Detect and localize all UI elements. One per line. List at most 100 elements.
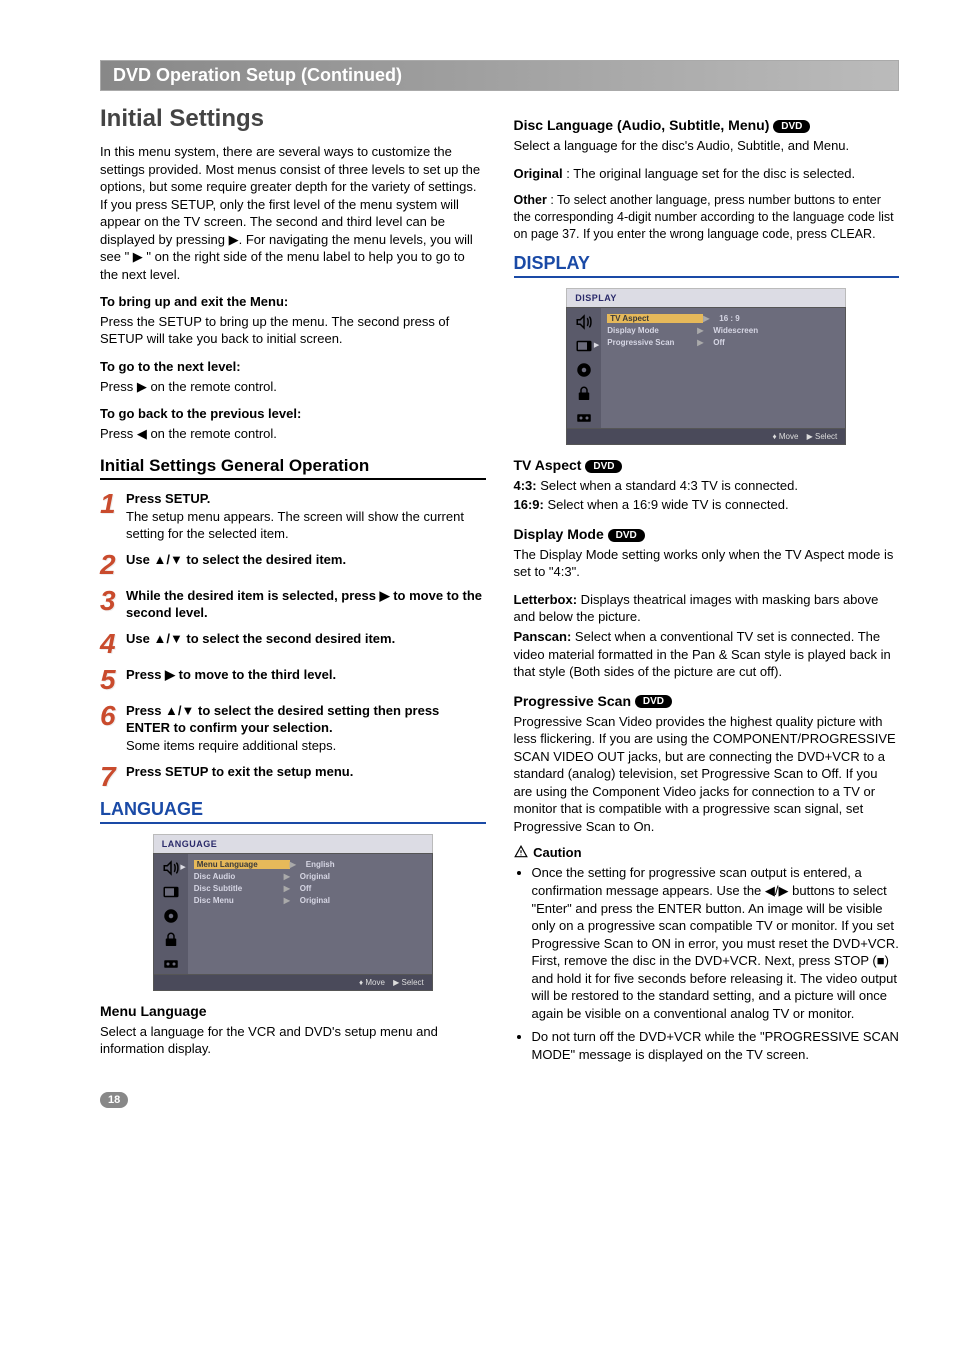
- step-number: 7: [100, 763, 126, 791]
- dvd-badge: DVD: [635, 695, 672, 708]
- list-item: Do not turn off the DVD+VCR while the "P…: [532, 1028, 900, 1063]
- osd-row: Disc Subtitle▶Off: [194, 884, 426, 893]
- osd-row-value: Original: [300, 896, 426, 905]
- display-mode-intro: The Display Mode setting works only when…: [514, 546, 900, 581]
- osd-language-screenshot: LANGUAGE ▶ Menu Language▶EnglishDisc Au: [153, 834, 433, 991]
- tv-icon: [573, 337, 595, 355]
- step: 2Use ▲/▼ to select the desired item.: [100, 551, 486, 579]
- step-text: While the desired item is selected, pres…: [126, 587, 486, 622]
- osd-footer: ♦ Move ▶ Select: [566, 429, 846, 445]
- osd-row: Menu Language▶English: [194, 860, 426, 869]
- osd-row: Disc Audio▶Original: [194, 872, 426, 881]
- menu-language-title: Menu Language: [100, 1003, 486, 1019]
- osd-row-value: 16 : 9: [719, 314, 839, 323]
- chevron-right-icon: ▶: [284, 884, 300, 893]
- osd-row-value: Widescreen: [713, 326, 839, 335]
- step-text: Use ▲/▼ to select the second desired ite…: [126, 630, 486, 648]
- step-number: 5: [100, 666, 126, 694]
- tv-aspect-43: 4:3: Select when a standard 4:3 TV is co…: [514, 477, 900, 495]
- osd-row-label: Disc Subtitle: [194, 884, 284, 893]
- osd-row: Disc Menu▶Original: [194, 896, 426, 905]
- display-mode-title: Display Mode DVD: [514, 526, 900, 542]
- progressive-scan-title: Progressive Scan DVD: [514, 693, 900, 709]
- lock-icon: [160, 931, 182, 949]
- chevron-right-icon: ▶: [290, 860, 306, 869]
- osd-row-label: Disc Audio: [194, 872, 284, 881]
- bring-menu-body: Press the SETUP to bring up the menu. Th…: [100, 313, 486, 348]
- osd-language-title: LANGUAGE: [153, 834, 433, 853]
- disc-icon: [573, 361, 595, 379]
- bring-menu-title: To bring up and exit the Menu:: [100, 293, 486, 311]
- disc-language-title: Disc Language (Audio, Subtitle, Menu) DV…: [514, 117, 900, 133]
- osd-row-value: English: [306, 860, 426, 869]
- disc-language-original: Original : The original language set for…: [514, 165, 900, 183]
- step-number: 4: [100, 630, 126, 658]
- osd-footer: ♦ Move ▶ Select: [153, 975, 433, 991]
- intro-paragraph: In this menu system, there are several w…: [100, 143, 486, 283]
- osd-row-label: TV Aspect: [607, 314, 703, 323]
- list-item: Once the setting for progressive scan ou…: [532, 864, 900, 1022]
- step: 1Press SETUP.The setup menu appears. The…: [100, 490, 486, 543]
- caution-list: Once the setting for progressive scan ou…: [514, 864, 900, 1063]
- next-level-body: Press ▶ on the remote control.: [100, 378, 486, 396]
- step-text: Press ▲/▼ to select the desired setting …: [126, 702, 486, 755]
- display-mode-letterbox: Letterbox: Displays theatrical images wi…: [514, 591, 900, 626]
- osd-display-screenshot: DISPLAY ▶ TV Aspect▶16 : 9Display Mod: [566, 288, 846, 445]
- prev-level-body: Press ◀ on the remote control.: [100, 425, 486, 443]
- tv-icon: [160, 883, 182, 901]
- disc-icon: [160, 907, 182, 925]
- step-text: Press SETUP to exit the setup menu.: [126, 763, 486, 781]
- tv-aspect-title: TV Aspect DVD: [514, 457, 900, 473]
- osd-row-label: Menu Language: [194, 860, 290, 869]
- dvd-badge: DVD: [773, 120, 810, 133]
- prev-level-title: To go back to the previous level:: [100, 405, 486, 423]
- step-number: 1: [100, 490, 126, 518]
- step: 3While the desired item is selected, pre…: [100, 587, 486, 622]
- right-column: Disc Language (Audio, Subtitle, Menu) DV…: [514, 105, 900, 1108]
- dvd-badge: DVD: [585, 460, 622, 473]
- step: 6Press ▲/▼ to select the desired setting…: [100, 702, 486, 755]
- general-op-title: Initial Settings General Operation: [100, 456, 486, 480]
- display-heading: DISPLAY: [514, 253, 900, 278]
- caution-heading: Caution: [514, 845, 900, 860]
- page-title: Initial Settings: [100, 105, 486, 133]
- osd-row-value: Original: [300, 872, 426, 881]
- osd-row-value: Off: [713, 338, 839, 347]
- lock-icon: [573, 385, 595, 403]
- osd-row-label: Display Mode: [607, 326, 697, 335]
- osd-footer-select: Select: [402, 978, 424, 987]
- speaker-icon: [573, 313, 595, 331]
- disc-language-other: Other : To select another language, pres…: [514, 192, 900, 243]
- speaker-icon: [160, 859, 182, 877]
- step-number: 6: [100, 702, 126, 730]
- chevron-right-icon: ▶: [697, 326, 713, 335]
- step-text: Press SETUP.The setup menu appears. The …: [126, 490, 486, 543]
- next-level-title: To go to the next level:: [100, 358, 486, 376]
- display-mode-panscan: Panscan: Select when a conventional TV s…: [514, 628, 900, 681]
- left-column: Initial Settings In this menu system, th…: [100, 105, 486, 1108]
- chevron-right-icon: ▶: [703, 314, 719, 323]
- osd-row-label: Progressive Scan: [607, 338, 697, 347]
- menu-language-body: Select a language for the VCR and DVD's …: [100, 1023, 486, 1058]
- page-number: 18: [100, 1092, 128, 1108]
- section-header: DVD Operation Setup (Continued): [100, 60, 899, 91]
- step-number: 3: [100, 587, 126, 615]
- osd-row: Display Mode▶Widescreen: [607, 326, 839, 335]
- step: 5Press ▶ to move to the third level.: [100, 666, 486, 694]
- language-heading: LANGUAGE: [100, 799, 486, 824]
- chevron-right-icon: ▶: [697, 338, 713, 347]
- chevron-right-icon: ▶: [284, 896, 300, 905]
- step: 7Press SETUP to exit the setup menu.: [100, 763, 486, 791]
- osd-footer-select: Select: [815, 432, 837, 441]
- osd-row: Progressive Scan▶Off: [607, 338, 839, 347]
- osd-sidebar: ▶: [154, 854, 188, 974]
- step: 4Use ▲/▼ to select the second desired it…: [100, 630, 486, 658]
- vcr-icon: [573, 409, 595, 427]
- osd-footer-move: Move: [365, 978, 385, 987]
- osd-row-label: Disc Menu: [194, 896, 284, 905]
- osd-footer-move: Move: [779, 432, 799, 441]
- caution-icon: [514, 845, 528, 859]
- step-text: Press ▶ to move to the third level.: [126, 666, 486, 684]
- progressive-scan-body: Progressive Scan Video provides the high…: [514, 713, 900, 836]
- osd-row: TV Aspect▶16 : 9: [607, 314, 839, 323]
